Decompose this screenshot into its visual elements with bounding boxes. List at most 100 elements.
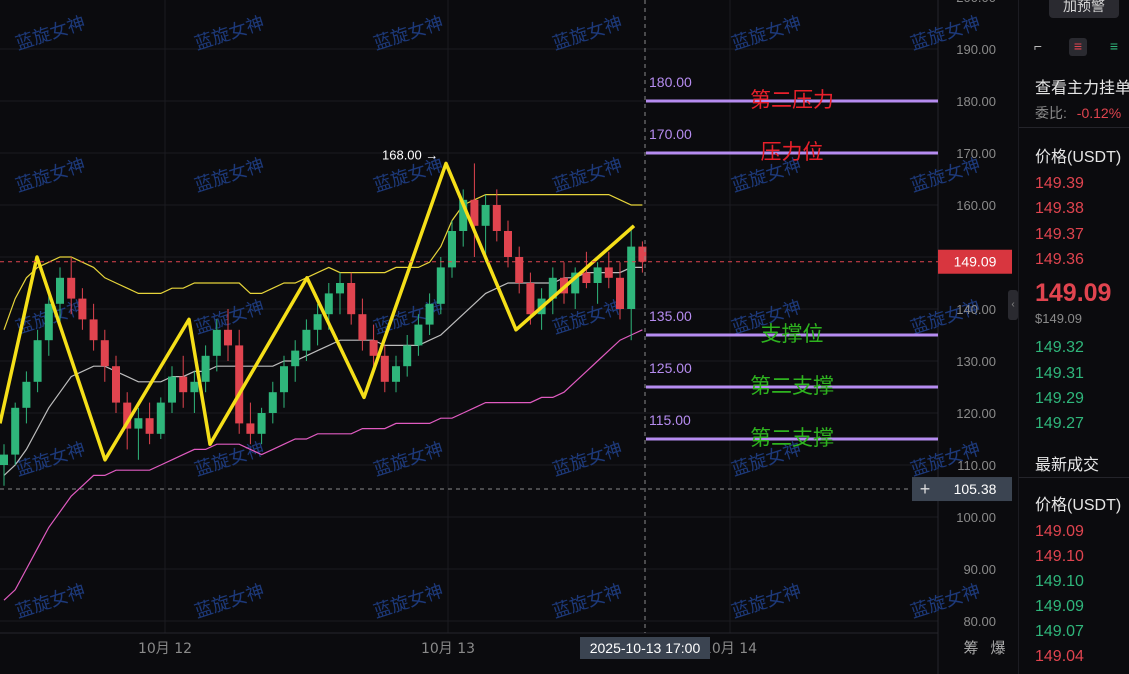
level-price-label: 180.00 (649, 74, 692, 90)
ask-price[interactable]: 149.39 (1035, 175, 1084, 193)
candle-body (145, 418, 154, 434)
trade-price: 149.10 (1035, 548, 1084, 565)
view-main-orders-link[interactable]: 查看主力挂单 (1035, 74, 1129, 98)
candle-body (235, 345, 244, 424)
peak-price-label: 168.00 → (382, 147, 438, 162)
divider (1019, 477, 1129, 478)
candle-body (44, 303, 53, 341)
candle-body (11, 407, 20, 455)
orderbook-bids-icon[interactable]: ≡ (1105, 38, 1123, 56)
candle-body (515, 257, 524, 283)
candle-body (179, 376, 188, 393)
trades-price-header: 价格(USDT) (1035, 497, 1122, 514)
trade-price: 149.10 (1035, 573, 1084, 590)
candle-body (212, 329, 221, 356)
order-book-panel: 加预警 ⌐ ≡ ≡ 查看主力挂单 委比: -0.12% 价格(USDT) 149… (1018, 0, 1129, 674)
crosshair-price-text: 105.38 (954, 481, 997, 497)
y-tick-label: 110.00 (957, 458, 996, 473)
bid-price[interactable]: 149.32 (1035, 339, 1084, 357)
candle-body (134, 418, 143, 429)
candle-body (436, 267, 445, 304)
candle-body (526, 283, 535, 315)
candle-body (302, 329, 311, 351)
ask-price[interactable]: 149.37 (1035, 226, 1084, 244)
support-level-label: 第二支撑 (750, 426, 834, 450)
y-tick-label: 90.00 (963, 562, 996, 577)
candle-body (593, 267, 602, 283)
candle-body (190, 381, 199, 393)
y-tick-label: 120.00 (956, 406, 996, 421)
ratio-label: 委比: (1035, 105, 1067, 121)
price-chart[interactable]: 蓝旋女神 蓝旋女神 蓝旋女神 蓝旋女神 蓝旋女神 蓝旋女神蓝旋女神 蓝旋女神 蓝旋女神 蓝旋女神… (0, 0, 1012, 674)
y-tick-label: 170.00 (956, 146, 996, 161)
x-tick-label: 10月 12 (138, 641, 192, 657)
candle-body (89, 319, 98, 341)
level-price-label: 125.00 (649, 360, 692, 376)
candle-body (201, 355, 210, 382)
x-tick-label: 10月 14 (703, 641, 757, 657)
add-alert-button[interactable]: 加预警 (1049, 0, 1119, 18)
y-tick-label: 140.00 (956, 302, 996, 317)
trade-price: 149.04 (1035, 648, 1084, 665)
candle-body (156, 402, 165, 434)
candle-body (78, 298, 87, 320)
candle-body (112, 366, 120, 403)
candle-body (380, 355, 389, 382)
candle-body (616, 277, 624, 309)
crosshair-time-text: 2025-10-13 17:00 (590, 640, 701, 656)
y-tick-label: 200.00 (956, 0, 996, 5)
bid-price[interactable]: 149.29 (1035, 390, 1084, 408)
candle-body (627, 246, 636, 309)
candle-body (268, 392, 277, 413)
candle-body (403, 345, 412, 367)
resistance-level-label: 压力位 (761, 140, 824, 164)
level-price-label: 135.00 (649, 308, 692, 324)
y-tick-label: 130.00 (956, 354, 996, 369)
candle-body (22, 381, 31, 408)
candle-body (582, 272, 591, 283)
bid-price[interactable]: 149.27 (1035, 415, 1084, 433)
candle-body (336, 283, 344, 294)
last-price-usd: $149.09 (1035, 311, 1082, 326)
candle-body (56, 277, 64, 304)
ask-price[interactable]: 149.38 (1035, 200, 1084, 218)
layout-icon[interactable]: ⌐ (1029, 38, 1047, 56)
candle-body (347, 283, 356, 315)
candle-body (0, 454, 8, 465)
candle-body (67, 277, 76, 299)
support-level-label: 支撑位 (761, 322, 824, 346)
candle-body (224, 329, 232, 346)
candle-body (313, 314, 322, 330)
level-price-label: 115.00 (649, 412, 691, 428)
latest-trades-tab[interactable]: 最新成交 (1035, 451, 1099, 475)
x-tick-label: 10月 13 (421, 641, 475, 657)
candle-body (492, 205, 501, 231)
resistance-level-label: 第二压力 (750, 88, 834, 112)
y-tick-label: 100.00 (956, 510, 996, 525)
y-tick-label: 190.00 (956, 42, 996, 57)
candle-body (392, 366, 400, 382)
candle-body (33, 340, 42, 382)
last-price: 149.09 (1035, 279, 1112, 307)
ask-price[interactable]: 149.36 (1035, 251, 1084, 269)
candle-body (168, 376, 176, 403)
liquidation-tab: 爆 (990, 639, 1005, 657)
candle-body (604, 267, 613, 278)
candle-body (246, 423, 255, 434)
candle-body (504, 231, 512, 257)
bid-price[interactable]: 149.31 (1035, 365, 1084, 383)
candle-body (425, 303, 434, 325)
candle-body (324, 293, 333, 315)
trade-price: 149.09 (1035, 523, 1084, 540)
panel-collapse-handle[interactable]: ‹ (1008, 290, 1018, 320)
trade-price: 149.09 (1035, 598, 1084, 615)
orderbook-both-icon[interactable]: ≡ (1069, 38, 1087, 56)
candle-body (369, 340, 378, 356)
divider (1019, 127, 1129, 128)
price-column-header: 价格(USDT) (1035, 149, 1122, 166)
y-tick-label: 80.00 (963, 614, 996, 629)
candle-body (100, 340, 109, 367)
support-level-label: 第二支撑 (750, 374, 834, 398)
candle-body (291, 350, 300, 367)
ratio-value: -0.12% (1076, 105, 1122, 121)
